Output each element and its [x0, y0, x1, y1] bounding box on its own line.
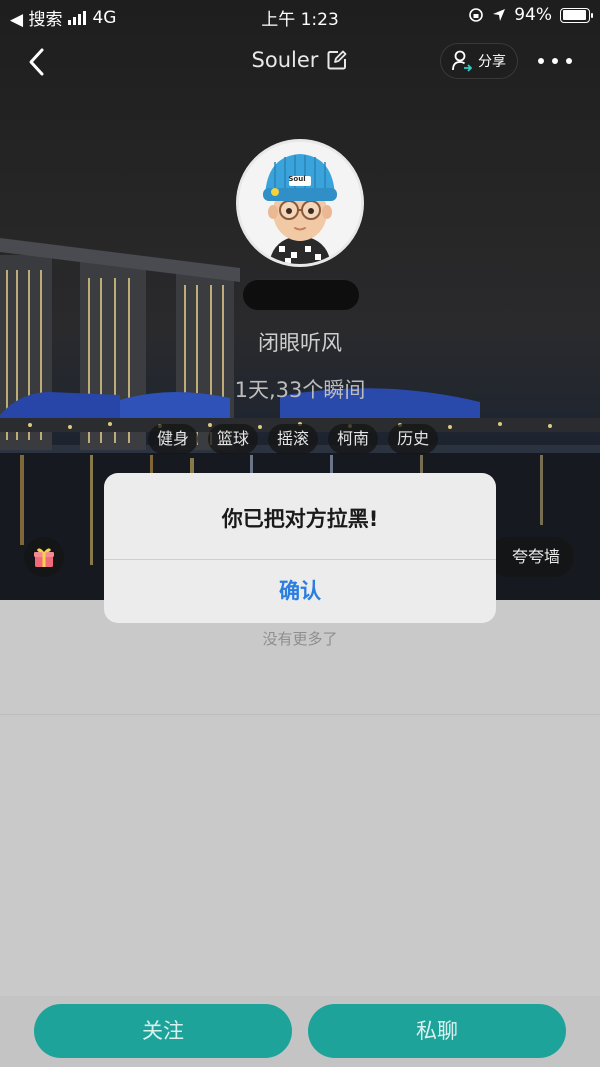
- status-bar: ◀ 搜索 4G 上午 1:23 94%: [0, 0, 600, 32]
- edit-icon[interactable]: [326, 49, 348, 71]
- bottom-action-bar: 关注 私聊: [0, 996, 600, 1067]
- battery-percent: 94%: [514, 5, 552, 25]
- avatar[interactable]: Soul: [236, 139, 364, 267]
- follow-button[interactable]: 关注: [34, 1004, 292, 1058]
- praise-wall-button[interactable]: 夸夸墙: [488, 537, 574, 577]
- divider: [0, 714, 600, 715]
- tag-item[interactable]: 柯南: [328, 424, 379, 454]
- profile-signature: 闭眼听风: [258, 331, 342, 355]
- no-more-text: 没有更多了: [262, 630, 338, 648]
- profile-screen: ◀ 搜索 4G 上午 1:23 94% Souler 分享 Soul 闭眼听风 …: [0, 0, 600, 1067]
- more-options-icon[interactable]: [538, 48, 572, 74]
- block-confirm-dialog: 你已把对方拉黑! 确认: [104, 473, 496, 623]
- share-label: 分享: [478, 54, 506, 70]
- battery-icon: [560, 7, 593, 23]
- tag-item[interactable]: 健身: [148, 424, 199, 454]
- orientation-lock-icon: [469, 8, 484, 22]
- share-button[interactable]: 分享: [440, 43, 518, 79]
- gift-icon: [34, 548, 54, 567]
- private-chat-button[interactable]: 私聊: [308, 1004, 566, 1058]
- battery-fill: [562, 10, 586, 20]
- confirm-button[interactable]: 确认: [104, 560, 496, 623]
- profile-stats: 1天,33个瞬间: [234, 378, 366, 402]
- tag-item[interactable]: 摇滚: [268, 424, 319, 454]
- tag-item[interactable]: 历史: [388, 424, 439, 454]
- gift-button[interactable]: [24, 537, 64, 577]
- location-arrow-icon: [493, 9, 506, 21]
- page-title: Souler: [251, 48, 319, 72]
- interest-tags: 健身 篮球 摇滚 柯南 历史: [148, 424, 439, 454]
- avatar-illustration: [239, 142, 361, 264]
- dialog-message: 你已把对方拉黑!: [221, 507, 379, 531]
- nav-bar: Souler 分享: [0, 34, 600, 90]
- tag-item[interactable]: 篮球: [208, 424, 259, 454]
- nickname-placeholder: [242, 279, 360, 311]
- share-user-icon: [452, 50, 472, 72]
